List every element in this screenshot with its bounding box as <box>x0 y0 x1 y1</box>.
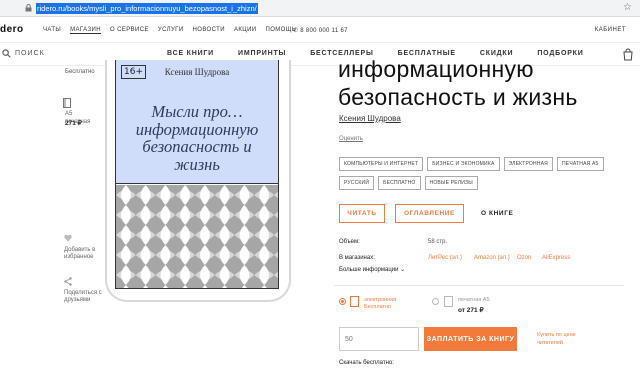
more-info-label: Больше информации <box>339 267 399 273</box>
cover-pattern <box>116 185 278 288</box>
ebook-radio[interactable] <box>339 298 346 305</box>
book-title-line-2: безопасность и жизнь <box>338 84 578 110</box>
tag[interactable]: ЭЛЕКТРОННАЯ <box>503 157 553 171</box>
stores-label: В магазинах: <box>339 255 375 261</box>
phone-number[interactable]: ✆ 8 800 000 11 67 <box>293 27 348 34</box>
top-link-about[interactable]: О СЕРВИСЕ <box>110 27 149 34</box>
format-size: А5 <box>65 111 73 117</box>
volume-value: 58 стр. <box>428 239 448 245</box>
tag[interactable]: НОВЫЕ РЕЛИЗЫ <box>424 176 478 190</box>
cart-icon[interactable] <box>622 48 634 61</box>
top-link-services[interactable]: УСЛУГИ <box>158 27 184 34</box>
cat-all-books[interactable]: ВСЕ КНИГИ <box>167 50 214 57</box>
print-option-label[interactable]: печатная A5 <box>458 297 490 304</box>
store-link-amazon[interactable]: Amazon (эл.) <box>474 255 510 261</box>
book-format-icon <box>63 98 71 108</box>
print-format-icon <box>444 296 453 307</box>
tag[interactable]: РУССКИЙ <box>339 176 375 190</box>
search-control[interactable]: ПОИСК <box>2 49 45 58</box>
top-link-help[interactable]: ПОМОЩЬ <box>266 27 297 34</box>
tag[interactable]: ПЕЧАТНАЯ A5 <box>557 157 604 171</box>
more-info-toggle[interactable]: Больше информации ⌄ <box>339 266 405 273</box>
top-link-chats[interactable]: ЧАТЫ <box>43 27 61 34</box>
ebook-option-label[interactable]: электронная Бесплатно <box>364 297 396 311</box>
cover-title: Мысли про… информационную безопасность и… <box>135 102 259 174</box>
print-price: 271 ₽ <box>65 120 82 127</box>
ebook-option-price: Бесплатно <box>364 304 392 310</box>
amount-input[interactable] <box>339 327 419 351</box>
pay-for-book-button[interactable]: ЗАПЛАТИТЬ ЗА КНИГУ <box>424 327 517 351</box>
book-cover[interactable]: 16+ Ксения Шудрова Мысли про… информацио… <box>115 60 279 289</box>
store-link-litres[interactable]: ЛитРес (эл.) <box>428 255 462 261</box>
print-option-price: от 271 ₽ <box>458 307 484 314</box>
phone-text: 8 800 000 11 67 <box>300 28 348 34</box>
store-link-aliexpress[interactable]: AliExpress <box>542 255 570 261</box>
tag[interactable]: КОМПЬЮТЕРЫ И ИНТЕРНЕТ <box>339 157 424 171</box>
top-link-news[interactable]: НОВОСТИ <box>193 27 225 34</box>
top-nav: dero ЧАТЫ МАГАЗИН О СЕРВИСЕ УСЛУГИ НОВОС… <box>0 19 640 41</box>
read-button[interactable]: ЧИТАТЬ <box>339 204 385 223</box>
tag[interactable]: БЕСПЛАТНО <box>378 176 421 190</box>
phone-icon: ✆ <box>293 28 299 34</box>
url-text[interactable]: ridero.ru/books/mysli_pro_informacionnuy… <box>36 3 258 14</box>
browser-address-bar: ridero.ru/books/mysli_pro_informacionnuy… <box>0 0 640 17</box>
ebook-free-label[interactable]: Бесплатно <box>65 69 95 75</box>
cabinet-link[interactable]: КАБИНЕТ <box>595 27 626 33</box>
store-link-ozon[interactable]: Ozon <box>517 255 531 261</box>
author-link[interactable]: Ксения Шудрова <box>339 114 401 123</box>
share-icon[interactable] <box>64 277 72 286</box>
cat-collections[interactable]: ПОДБОРКИ <box>537 50 583 57</box>
search-icon <box>2 49 11 58</box>
cover-top: 16+ Ксения Шудрова Мысли про… информацио… <box>116 60 278 184</box>
heart-icon[interactable] <box>64 234 72 242</box>
site-logo[interactable]: dero <box>0 24 24 35</box>
about-book-tab[interactable]: О КНИГЕ <box>481 210 513 217</box>
buy-at-reader-price-link[interactable]: Купить по цене читателей <box>537 331 597 347</box>
volume-label: Объем: <box>339 239 360 245</box>
divider <box>334 285 624 286</box>
search-label: ПОИСК <box>15 50 45 57</box>
cover-author: Ксения Шудрова <box>164 67 230 77</box>
print-radio[interactable] <box>432 298 439 305</box>
table-of-contents-button[interactable]: ОГЛАВЛЕНИЕ <box>395 204 464 223</box>
book-title-line-1: информационную <box>338 56 534 82</box>
lock-icon <box>25 4 32 12</box>
top-link-promo[interactable]: АКЦИИ <box>234 27 257 34</box>
download-free-label: Скачать бесплатно: <box>339 360 394 366</box>
ebook-option-type: электронная <box>364 297 397 303</box>
tag-list: КОМПЬЮТЕРЫ И ИНТЕРНЕТ БИЗНЕС И ЭКОНОМИКА… <box>339 157 609 195</box>
chevron-down-icon: ⌄ <box>400 267 406 273</box>
ebook-format-icon <box>350 296 359 307</box>
top-links: ЧАТЫ МАГАЗИН О СЕРВИСЕ УСЛУГИ НОВОСТИ АК… <box>43 27 305 34</box>
tag[interactable]: БИЗНЕС И ЭКОНОМИКА <box>427 157 500 171</box>
category-nav: ПОИСК ВСЕ КНИГИ ИМПРИНТЫ БЕСТСЕЛЛЕРЫ БЕС… <box>0 42 640 66</box>
bookmark-star-icon[interactable]: ☆ <box>623 2 632 14</box>
top-link-shop[interactable]: МАГАЗИН <box>70 27 101 34</box>
cat-imprints[interactable]: ИМПРИНТЫ <box>238 50 286 57</box>
rate-link[interactable]: Оценить <box>339 136 363 142</box>
